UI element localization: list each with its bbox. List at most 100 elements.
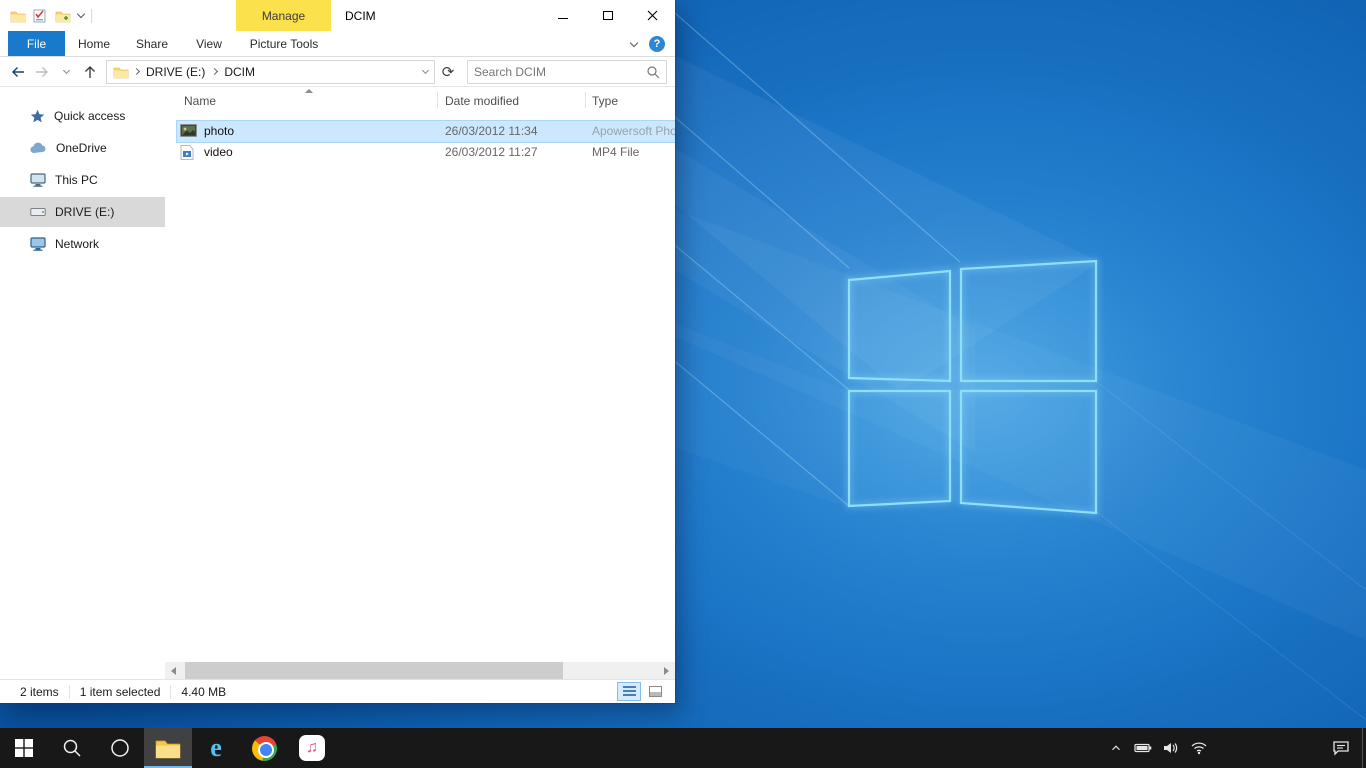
tab-share[interactable]: Share: [123, 31, 181, 56]
minimize-button[interactable]: [540, 0, 585, 31]
sidebar-item-label: DRIVE (E:): [55, 205, 114, 219]
windows-start-icon: [15, 739, 33, 757]
taskbar-itunes-button[interactable]: ♫: [288, 728, 336, 768]
column-header-date-modified[interactable]: Date modified: [445, 94, 519, 108]
show-desktop-button[interactable]: [1362, 728, 1366, 768]
breadcrumb-drive[interactable]: DRIVE (E:): [144, 65, 207, 79]
sidebar-item-label: This PC: [55, 173, 98, 187]
titlebar: Manage DCIM: [0, 0, 675, 31]
search-input[interactable]: [474, 65, 646, 79]
recent-locations-chevron-icon: [62, 67, 69, 74]
contextual-header-label: Manage: [262, 9, 305, 23]
status-bar: 2 items 1 item selected 4.40 MB: [0, 679, 675, 703]
sidebar-item-this-pc[interactable]: This PC: [0, 165, 165, 195]
large-icons-view-button[interactable]: [643, 682, 667, 701]
left-triangle-icon: [171, 667, 176, 675]
battery-icon[interactable]: [1134, 741, 1152, 755]
scroll-left-arrow[interactable]: [165, 662, 182, 679]
drive-icon: [30, 206, 46, 218]
help-icon[interactable]: ?: [649, 36, 665, 52]
wifi-network-icon[interactable]: [1190, 741, 1208, 755]
address-folder-icon: [113, 65, 129, 79]
large-icons-view-icon: [649, 686, 662, 697]
details-view-button[interactable]: [617, 682, 641, 701]
items-count: 2 items: [20, 685, 59, 699]
selection-size: 4.40 MB: [181, 685, 226, 699]
taskbar-chrome-button[interactable]: [240, 728, 288, 768]
back-arrow-icon: [10, 64, 26, 80]
sidebar-item-drive-e[interactable]: DRIVE (E:): [0, 197, 165, 227]
sidebar-item-onedrive[interactable]: OneDrive: [0, 133, 165, 163]
column-header-name[interactable]: Name: [184, 94, 216, 108]
tab-view[interactable]: View: [181, 31, 237, 56]
window-controls: [540, 0, 675, 31]
selection-count: 1 item selected: [80, 685, 161, 699]
column-headers: Name Date modified Type: [165, 87, 675, 113]
volume-icon[interactable]: [1163, 741, 1179, 755]
breadcrumb-dcim[interactable]: DCIM: [222, 65, 257, 79]
tab-file[interactable]: File: [8, 31, 65, 56]
breadcrumb-chevron-icon: [133, 68, 140, 75]
cortana-button[interactable]: [96, 728, 144, 768]
forward-button[interactable]: [30, 60, 54, 84]
mp4-file-icon: [180, 145, 194, 160]
column-divider[interactable]: [585, 92, 586, 108]
up-arrow-icon: [82, 64, 98, 80]
window-title: DCIM: [345, 0, 376, 31]
computer-icon: [30, 173, 46, 187]
qat-separator: [91, 9, 92, 23]
taskbar: e ♫: [0, 728, 1366, 768]
maximize-button[interactable]: [585, 0, 630, 31]
scroll-right-arrow[interactable]: [658, 662, 675, 679]
file-explorer-icon: [155, 738, 181, 759]
file-list-area: Name Date modified Type photo 26/03/2012…: [165, 87, 675, 679]
column-divider[interactable]: [437, 92, 438, 108]
tray-chevron-up-icon[interactable]: [1109, 741, 1123, 755]
close-button[interactable]: [630, 0, 675, 31]
taskbar-internet-explorer-button[interactable]: e: [192, 728, 240, 768]
scrollbar-thumb[interactable]: [185, 662, 563, 679]
file-row-photo[interactable]: photo 26/03/2012 11:34 Apowersoft Pho: [177, 121, 675, 142]
sidebar-item-network[interactable]: Network: [0, 229, 165, 259]
address-history-chevron-icon[interactable]: [422, 67, 429, 74]
customize-qat-chevron-icon[interactable]: [77, 10, 85, 18]
start-button[interactable]: [0, 728, 48, 768]
details-view-icon: [623, 686, 636, 697]
taskbar-file-explorer-button[interactable]: [144, 728, 192, 768]
tab-home[interactable]: Home: [65, 31, 123, 56]
new-folder-icon[interactable]: [55, 9, 71, 23]
horizontal-scrollbar: [165, 662, 675, 679]
action-center-button[interactable]: [1332, 728, 1350, 768]
photo-thumbnail-icon: [180, 124, 197, 137]
file-date-modified: 26/03/2012 11:27: [445, 145, 538, 159]
file-explorer-window: Manage DCIM File Home Share View Picture…: [0, 0, 675, 703]
sort-ascending-caret-icon: [305, 89, 313, 93]
ribbon-right-controls: ?: [631, 31, 665, 57]
up-button[interactable]: [78, 60, 102, 84]
right-triangle-icon: [664, 667, 669, 675]
recent-locations-button[interactable]: [54, 60, 78, 84]
sidebar-item-label: Quick access: [54, 109, 125, 123]
back-button[interactable]: [6, 60, 30, 84]
properties-icon[interactable]: [33, 9, 48, 23]
taskbar-search-button[interactable]: [48, 728, 96, 768]
file-rows: photo 26/03/2012 11:34 Apowersoft Pho vi…: [165, 113, 675, 679]
column-header-type[interactable]: Type: [592, 94, 618, 108]
address-bar[interactable]: DRIVE (E:) DCIM: [106, 60, 435, 84]
status-divider: [170, 685, 171, 699]
file-row-video[interactable]: video 26/03/2012 11:27 MP4 File: [177, 142, 675, 163]
close-icon: [647, 10, 658, 21]
search-icon[interactable]: [646, 65, 660, 79]
chrome-icon: [252, 736, 277, 761]
tab-picture-tools[interactable]: Picture Tools: [237, 31, 331, 56]
refresh-button[interactable]: ⟳: [435, 60, 461, 84]
sidebar-item-quick-access[interactable]: Quick access: [0, 101, 165, 131]
folder-icon[interactable]: [10, 9, 26, 23]
internet-explorer-icon: e: [210, 735, 222, 761]
itunes-icon: ♫: [299, 735, 325, 761]
file-type: Apowersoft Pho: [592, 124, 675, 138]
file-date-modified: 26/03/2012 11:34: [445, 124, 538, 138]
expand-ribbon-chevron-icon[interactable]: [630, 38, 638, 46]
maximize-icon: [603, 11, 613, 20]
status-divider: [69, 685, 70, 699]
